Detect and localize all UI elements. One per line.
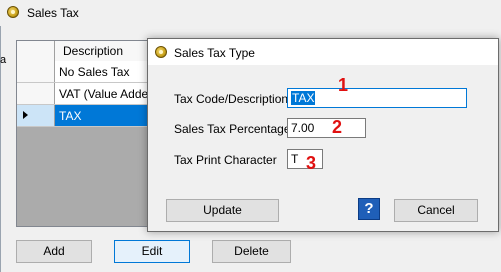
- left-edge-text: a: [0, 54, 7, 66]
- row-description[interactable]: VAT (Value Added: [59, 87, 155, 101]
- delete-button[interactable]: Delete: [212, 240, 291, 263]
- grid-header: Description: [17, 41, 155, 62]
- print-char-label: Tax Print Character: [174, 153, 277, 167]
- coin-icon: [7, 6, 19, 18]
- sales-tax-type-dialog: Sales Tax Type Tax Code/Description TAX …: [147, 38, 499, 232]
- row-header[interactable]: [17, 83, 55, 104]
- coin-icon: [155, 46, 167, 58]
- tax-code-label: Tax Code/Description: [174, 92, 289, 106]
- triangle-right-icon: [23, 111, 28, 119]
- grid-corner-cell[interactable]: [17, 41, 55, 61]
- column-header-description[interactable]: Description: [63, 44, 123, 58]
- annotation-marker-2: 2: [332, 117, 343, 137]
- dialog-title: Sales Tax Type: [174, 46, 255, 60]
- sales-tax-grid[interactable]: Description No Sales Tax VAT (Value Adde…: [16, 40, 156, 227]
- cancel-button[interactable]: Cancel: [394, 199, 478, 222]
- table-row[interactable]: VAT (Value Added: [17, 83, 155, 105]
- percentage-input[interactable]: 7.00: [287, 118, 366, 138]
- main-window-titlebar: Sales Tax: [0, 0, 501, 26]
- help-icon[interactable]: ?: [358, 198, 380, 220]
- update-button[interactable]: Update: [166, 199, 279, 222]
- main-window-title: Sales Tax: [27, 6, 79, 20]
- annotation-marker-1: 1: [338, 75, 349, 95]
- tax-code-value: TAX: [291, 91, 316, 105]
- row-description[interactable]: No Sales Tax: [59, 65, 129, 79]
- row-header[interactable]: [17, 61, 55, 82]
- edit-button[interactable]: Edit: [114, 240, 190, 263]
- row-header[interactable]: [17, 105, 55, 126]
- table-row-selected[interactable]: TAX: [17, 105, 155, 127]
- percentage-label: Sales Tax Percentage: [174, 122, 291, 136]
- dialog-titlebar[interactable]: Sales Tax Type: [148, 39, 498, 65]
- annotation-marker-3: 3: [306, 153, 317, 173]
- print-char-input[interactable]: T: [287, 149, 323, 169]
- tax-code-input[interactable]: TAX: [287, 88, 467, 108]
- row-description[interactable]: TAX: [59, 109, 81, 123]
- add-button[interactable]: Add: [16, 240, 92, 263]
- table-row[interactable]: No Sales Tax: [17, 61, 155, 83]
